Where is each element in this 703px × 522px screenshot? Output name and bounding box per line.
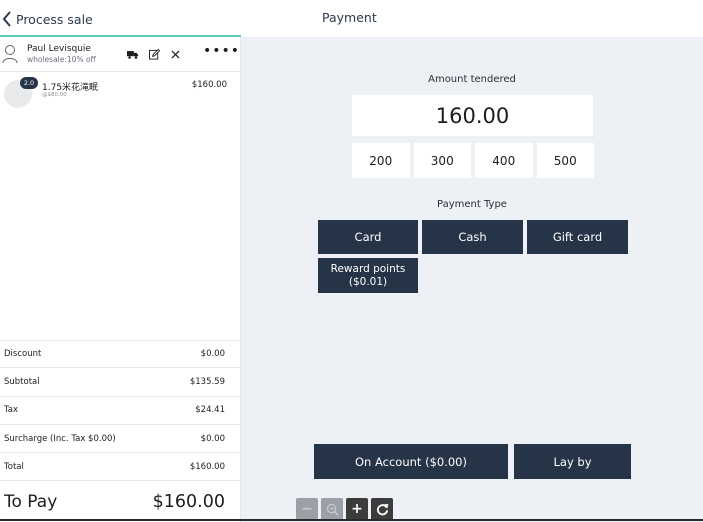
summary-value: $24.41 <box>195 405 225 416</box>
item-unit-price: @$80.00 <box>42 92 67 98</box>
cash-button[interactable]: Cash <box>422 220 523 254</box>
quick-amount-button[interactable]: 200 <box>352 143 410 178</box>
customer-header[interactable]: Paul Levisquie wholesale:10% off •••• <box>0 37 240 72</box>
on-account-button[interactable]: On Account ($0.00) <box>314 444 508 479</box>
summary-label: Surcharge (Inc. Tax $0.00) <box>4 433 116 444</box>
summary-label: Discount <box>4 349 42 360</box>
summary-value: $0.00 <box>200 349 225 360</box>
amount-tendered-label: Amount tendered <box>428 74 516 85</box>
summary-label: Total <box>4 461 24 472</box>
zoom-plus-button[interactable]: + <box>346 498 368 520</box>
truck-icon[interactable] <box>126 48 140 60</box>
reward-points-button[interactable]: Reward points ($0.01) <box>318 258 418 293</box>
to-pay-row: To Pay $160.00 <box>0 482 240 522</box>
refresh-icon[interactable] <box>371 498 393 520</box>
summary-label: Tax <box>4 405 19 416</box>
payment-type-label: Payment Type <box>437 199 507 210</box>
edit-icon[interactable] <box>147 48 161 60</box>
customer-pricing: wholesale:10% off <box>27 55 96 64</box>
payment-panel: Amount tendered 160.00 200 300 400 500 P… <box>241 37 703 522</box>
reward-points-label: Reward points <box>330 262 406 275</box>
quick-amount-button[interactable]: 500 <box>536 143 594 178</box>
quick-amounts: 200 300 400 500 <box>352 143 594 178</box>
card-button[interactable]: Card <box>318 220 418 254</box>
summary-value: $135.59 <box>189 376 225 387</box>
item-price: $160.00 <box>191 80 227 90</box>
customer-name: Paul Levisquie <box>27 44 91 54</box>
zoom-out-icon[interactable] <box>321 498 343 520</box>
summary-row-subtotal: Subtotal $135.59 <box>0 368 240 397</box>
sale-panel: Paul Levisquie wholesale:10% off •••• 2.… <box>0 37 241 522</box>
close-icon[interactable] <box>168 48 182 60</box>
quick-amount-button[interactable]: 300 <box>413 143 471 178</box>
summary-row-total: Total $160.00 <box>0 453 240 482</box>
more-options-button[interactable]: •••• <box>203 43 240 59</box>
summary-row-surcharge: Surcharge (Inc. Tax $0.00) $0.00 <box>0 425 240 454</box>
back-label: Process sale <box>16 11 93 27</box>
to-pay-value: $160.00 <box>152 492 225 512</box>
amount-tendered-input[interactable]: 160.00 <box>352 95 593 136</box>
summary-value: $0.00 <box>200 433 225 444</box>
lay-by-button[interactable]: Lay by <box>514 444 631 479</box>
bottom-divider <box>0 519 703 521</box>
chevron-left-icon <box>2 11 11 27</box>
to-pay-label: To Pay <box>4 492 58 512</box>
zoom-minus-button[interactable]: − <box>296 498 318 520</box>
user-icon <box>2 45 18 64</box>
customer-actions <box>126 48 182 60</box>
zoom-controls: − + <box>296 498 393 520</box>
top-bar: Process sale Payment <box>0 0 703 37</box>
gift-card-button[interactable]: Gift card <box>527 220 628 254</box>
sale-summary: Discount $0.00 Subtotal $135.59 Tax $24.… <box>0 340 240 482</box>
reward-points-balance: ($0.01) <box>348 275 388 288</box>
page-title: Payment <box>322 10 377 25</box>
line-item[interactable]: 2.0 1.75米花滝眠 @$80.00 $160.00 <box>0 73 240 111</box>
back-button[interactable]: Process sale <box>2 9 93 29</box>
summary-row-tax: Tax $24.41 <box>0 397 240 425</box>
quick-amount-button[interactable]: 400 <box>475 143 533 178</box>
summary-label: Subtotal <box>4 376 40 387</box>
summary-value: $160.00 <box>189 461 225 472</box>
summary-row-discount: Discount $0.00 <box>0 340 240 369</box>
quantity-badge: 2.0 <box>20 77 38 89</box>
